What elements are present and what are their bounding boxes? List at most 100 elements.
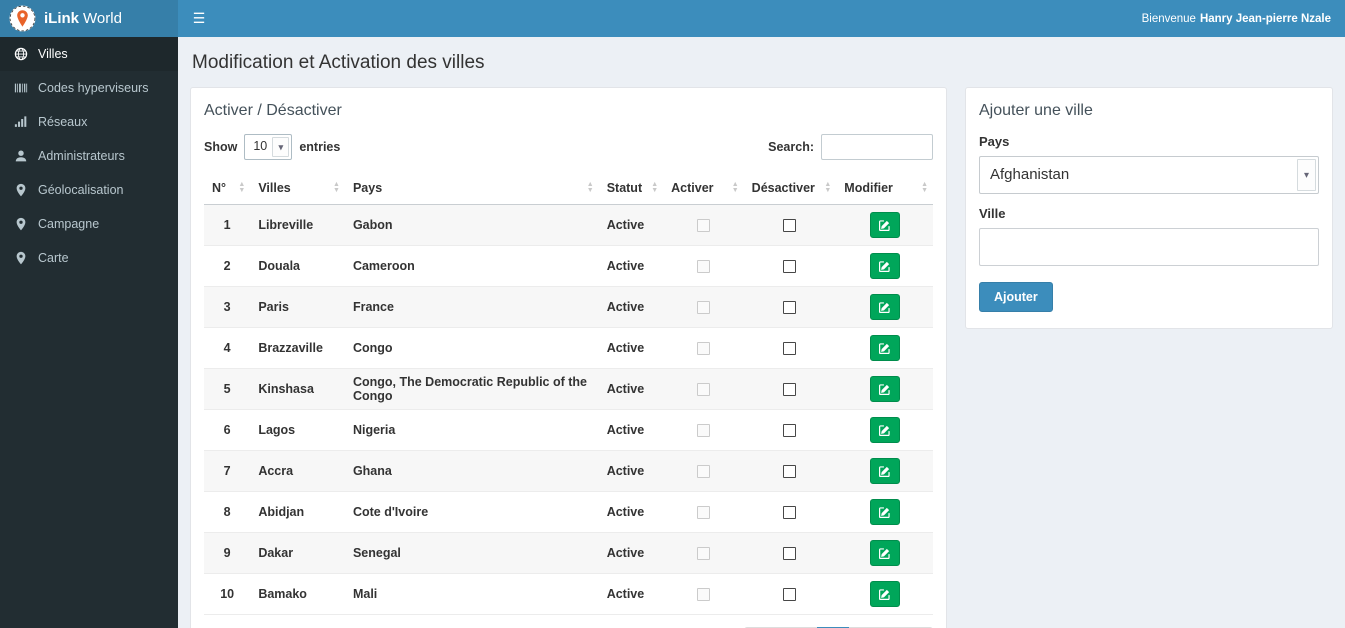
cell-desactiver: [743, 491, 837, 533]
table-row: 3 Paris France Active: [204, 286, 933, 328]
desactiver-checkbox[interactable]: [783, 301, 797, 315]
activer-checkbox: [696, 301, 710, 315]
edit-button[interactable]: [869, 417, 900, 443]
cell-modifier: [836, 450, 933, 492]
cell-activer: [663, 327, 744, 369]
cell-num: 3: [204, 286, 251, 328]
sidebar-item-campagne[interactable]: Campagne: [0, 207, 178, 241]
cell-modifier: [836, 532, 933, 574]
sidebar-item-villes[interactable]: Villes: [0, 37, 178, 71]
edit-button[interactable]: [869, 458, 900, 484]
column-header-pays[interactable]: Pays ▲ ▼: [344, 172, 599, 205]
cell-activer: [663, 573, 744, 615]
column-header-modifier[interactable]: Modifier ▲ ▼: [836, 172, 933, 205]
sort-icon: ▲ ▼: [586, 181, 594, 194]
sort-icon: ▲ ▼: [921, 181, 928, 194]
add-city-panel: Ajouter une ville Pays Afghanistan Ville…: [965, 87, 1333, 329]
cell-pays: France: [344, 286, 599, 328]
table-row: 6 Lagos Nigeria Active: [204, 409, 933, 451]
sidebar-item-reseaux[interactable]: Réseaux: [0, 105, 178, 139]
column-header-num[interactable]: N° ▲ ▼: [204, 172, 251, 205]
cell-pays: Mali: [344, 573, 599, 615]
app-brand[interactable]: iLink World: [0, 0, 178, 37]
cell-statut: Active: [598, 409, 664, 451]
cities-table: N° ▲ ▼ Villes ▲ ▼ Pays ▲ ▼ Statut ▲ ▼ Activer ▲ ▼ Désac…: [204, 172, 933, 615]
entries-label: entries: [299, 140, 341, 154]
sidebar-item-label: Campagne: [38, 217, 100, 231]
desactiver-checkbox[interactable]: [783, 383, 797, 397]
cities-table-panel: Activer / Désactiver Show 10 entries Sea…: [190, 87, 947, 628]
cell-desactiver: [743, 450, 837, 492]
desactiver-checkbox[interactable]: [783, 506, 797, 520]
main-content: Modification et Activation des villes Ac…: [178, 37, 1345, 628]
cell-modifier: [836, 409, 933, 451]
cell-pays: Cote d'Ivoire: [344, 491, 599, 533]
cell-ville: Paris: [250, 286, 345, 328]
activer-checkbox: [696, 260, 710, 274]
sidebar-item-label: Villes: [38, 47, 68, 61]
cell-num: 6: [204, 409, 251, 451]
cell-modifier: [836, 573, 933, 615]
add-panel-title: Ajouter une ville: [979, 102, 1093, 119]
edit-button[interactable]: [869, 212, 900, 238]
desactiver-checkbox[interactable]: [783, 219, 797, 233]
sidebar-item-carte[interactable]: Carte: [0, 241, 178, 275]
desactiver-checkbox[interactable]: [783, 342, 797, 356]
edit-button[interactable]: [869, 335, 900, 361]
table-row: 5 Kinshasa Congo, The Democratic Republic …: [204, 368, 933, 410]
table-row: 8 Abidjan Cote d'Ivoire Active: [204, 491, 933, 533]
table-row: 9 Dakar Senegal Active: [204, 532, 933, 574]
sidebar-item-administrateurs[interactable]: Administrateurs: [0, 139, 178, 173]
map-marker-icon: [14, 251, 28, 265]
cell-num: 7: [204, 450, 251, 492]
cell-ville: Bamako: [250, 573, 345, 615]
column-header-activer[interactable]: Activer ▲ ▼: [663, 172, 744, 205]
desactiver-checkbox[interactable]: [783, 260, 797, 274]
user-icon: [14, 149, 28, 163]
desactiver-checkbox[interactable]: [783, 465, 797, 479]
column-header-statut[interactable]: Statut ▲ ▼: [598, 172, 664, 205]
column-header-ville[interactable]: Villes ▲ ▼: [250, 172, 345, 205]
cell-modifier: [836, 491, 933, 533]
cell-num: 9: [204, 532, 251, 574]
edit-button[interactable]: [869, 581, 900, 607]
edit-button[interactable]: [869, 376, 900, 402]
sidebar-item-geolocalisation[interactable]: Géolocalisation: [0, 173, 178, 207]
page-title: Modification et Activation des villes: [192, 52, 485, 73]
cell-activer: [663, 286, 744, 328]
desactiver-checkbox[interactable]: [783, 588, 797, 602]
table-row: 4 Brazzaville Congo Active: [204, 327, 933, 369]
table-row: 7 Accra Ghana Active: [204, 450, 933, 492]
add-city-button[interactable]: Ajouter: [979, 282, 1053, 312]
sidebar-item-label: Carte: [38, 251, 69, 265]
cell-statut: Active: [598, 368, 664, 410]
edit-button[interactable]: [869, 499, 900, 525]
edit-button[interactable]: [869, 540, 900, 566]
edit-button[interactable]: [869, 253, 900, 279]
edit-button[interactable]: [869, 294, 900, 320]
cell-desactiver: [743, 204, 837, 246]
cell-ville: Kinshasa: [250, 368, 345, 410]
search-input[interactable]: [821, 134, 933, 160]
top-navbar: iLink World ☰ Bienvenue Hanry Jean-pierre…: [0, 0, 1345, 37]
country-select[interactable]: Afghanistan: [980, 157, 1318, 192]
activer-checkbox: [696, 506, 710, 520]
city-label: Ville: [979, 206, 1006, 221]
welcome-message: Bienvenue Hanry Jean-pierre Nzale: [1142, 0, 1345, 37]
desactiver-checkbox[interactable]: [783, 547, 797, 561]
page-length-select[interactable]: 10: [245, 135, 292, 157]
column-header-desactiver[interactable]: Désactiver ▲ ▼: [743, 172, 837, 205]
desactiver-checkbox[interactable]: [783, 424, 797, 438]
cell-pays: Congo: [344, 327, 599, 369]
sort-icon: ▲ ▼: [238, 181, 246, 194]
sidebar-item-label: Codes hyperviseurs: [38, 81, 149, 95]
brand-text: iLink World: [44, 10, 122, 27]
cell-ville: Dakar: [250, 532, 345, 574]
city-input[interactable]: [979, 228, 1319, 266]
welcome-user-name: Hanry Jean-pierre Nzale: [1199, 12, 1331, 25]
cell-activer: [663, 368, 744, 410]
sidebar-item-codes-hyperviseurs[interactable]: Codes hyperviseurs: [0, 71, 178, 105]
sidebar-toggle-button[interactable]: ☰: [178, 0, 220, 37]
table-panel-title: Activer / Désactiver: [204, 102, 342, 119]
search-label: Search:: [768, 140, 814, 154]
